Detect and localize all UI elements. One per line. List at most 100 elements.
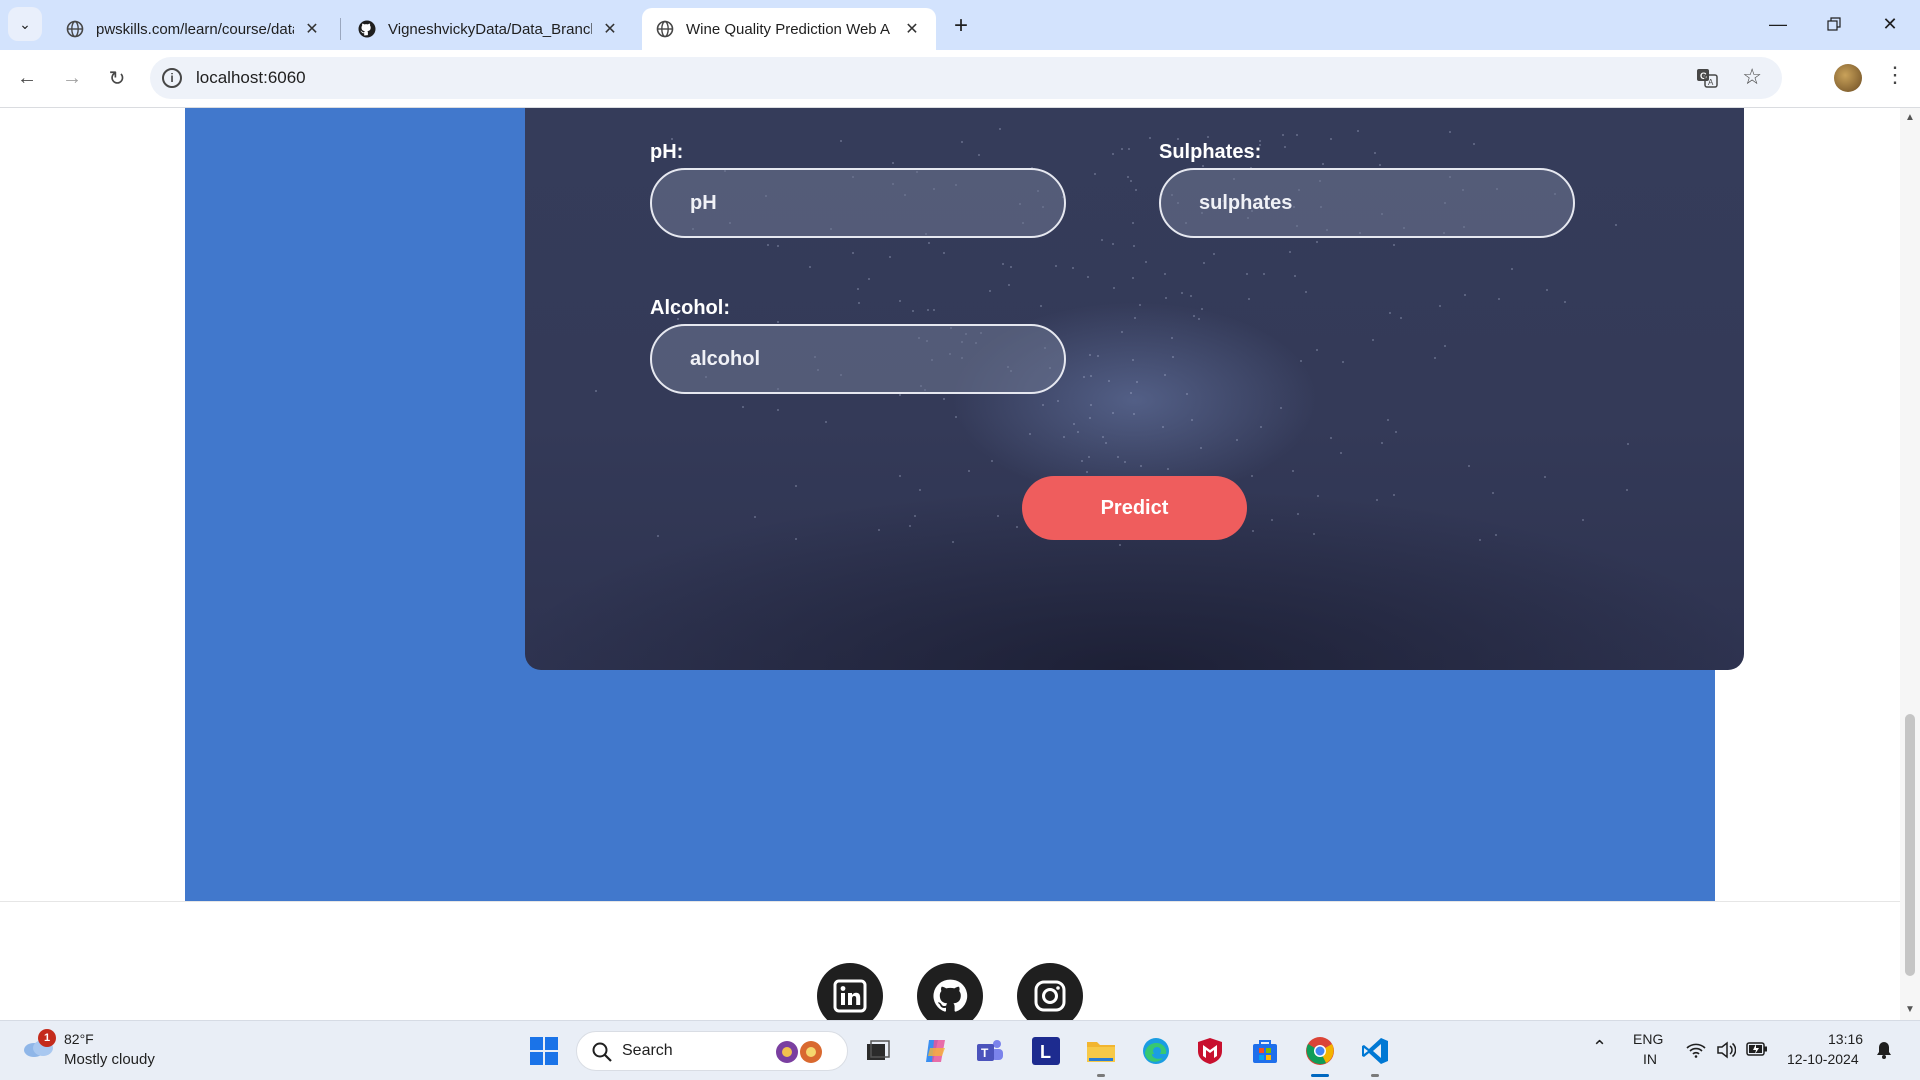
chrome-button[interactable] [1302,1033,1338,1069]
svg-text:L: L [1040,1042,1051,1062]
background-speck [1119,544,1121,546]
background-speck [1248,298,1250,300]
file-explorer-button[interactable] [1083,1033,1119,1069]
profile-avatar[interactable] [1834,64,1862,92]
copilot-button[interactable] [918,1033,954,1069]
new-tab-button[interactable]: + [946,11,976,41]
background-speck [1393,494,1395,496]
scroll-up-icon[interactable]: ▲ [1905,112,1915,123]
background-speck [1016,526,1018,528]
background-speck [978,154,980,156]
background-speck [1063,436,1065,438]
weather-temperature[interactable]: 82°F [64,1031,94,1047]
background-speck [1564,301,1566,303]
teams-button[interactable]: T [972,1033,1008,1069]
background-speck [1002,263,1004,265]
background-speck [767,244,769,246]
url-text[interactable]: localhost:6060 [196,68,306,88]
page-scrollbar[interactable]: ▲ ▼ [1900,108,1920,1020]
back-button[interactable]: ← [10,61,44,95]
start-button[interactable] [526,1033,562,1069]
language-code[interactable]: ENG [1633,1031,1663,1047]
background-speck [1395,431,1397,433]
translate-icon[interactable]: GA [1696,67,1718,89]
tab-pwskills[interactable]: pwskills.com/learn/course/data ✕ [52,8,336,50]
arrow-right-icon: → [62,66,82,89]
battery-icon[interactable] [1746,1042,1768,1056]
background-speck [1434,357,1436,359]
linkedin-link[interactable] [817,963,883,1020]
alcohol-input[interactable] [650,324,1066,394]
star-icon[interactable]: ☆ [1742,64,1762,90]
scroll-down-icon[interactable]: ▼ [1905,1004,1915,1015]
reload-button[interactable]: ↻ [100,61,134,95]
task-view-button[interactable] [860,1033,896,1069]
background-speck [1330,437,1332,439]
more-menu-icon[interactable]: ⋮ [1884,62,1906,88]
vscode-button[interactable] [1357,1033,1393,1069]
close-icon[interactable]: ✕ [902,19,922,39]
site-info-icon[interactable]: i [162,68,182,88]
background-speck [1449,131,1451,133]
background-speck [777,321,779,323]
minimize-button[interactable]: — [1754,8,1802,40]
close-window-button[interactable]: ✕ [1866,8,1914,40]
background-speck [1316,349,1318,351]
background-speck [1263,273,1265,275]
reload-icon: ↻ [108,67,126,90]
ph-input[interactable] [650,168,1066,238]
store-button[interactable] [1247,1033,1283,1069]
background-speck [1313,533,1315,535]
background-speck [777,245,779,247]
instagram-link[interactable] [1017,963,1083,1020]
background-speck [1112,243,1114,245]
plus-icon: + [953,12,968,39]
predict-button[interactable]: Predict [1022,476,1247,540]
arrow-left-icon: ← [17,66,37,89]
background-speck [1289,251,1291,253]
wifi-icon[interactable] [1686,1042,1706,1058]
sulphates-label: Sulphates: [1159,141,1262,163]
notification-badge: 1 [38,1029,56,1047]
background-speck [1102,436,1104,438]
weather-description[interactable]: Mostly cloudy [64,1051,155,1068]
background-speck [1073,423,1075,425]
background-speck [1171,337,1173,339]
taskbar-search-box[interactable]: Search [576,1031,848,1071]
notification-bell-icon[interactable] [1876,1041,1892,1059]
github-link[interactable] [917,963,983,1020]
tab-wine-quality[interactable]: Wine Quality Prediction Web A ✕ [642,8,936,50]
edge-button[interactable] [1138,1033,1174,1069]
background-speck [1292,470,1294,472]
mcafee-button[interactable] [1192,1033,1228,1069]
language-region[interactable]: IN [1643,1051,1657,1067]
volume-icon[interactable] [1716,1041,1736,1059]
background-speck [1057,400,1059,402]
background-speck [1135,189,1137,191]
sulphates-input[interactable] [1159,168,1575,238]
clock-time[interactable]: 13:16 [1828,1031,1863,1047]
tab-search-button[interactable]: ⌄ [8,7,42,41]
background-speck [1479,539,1481,541]
background-speck [1124,461,1126,463]
chevron-up-icon[interactable]: ⌃ [1592,1037,1607,1058]
background-speck [1132,277,1134,279]
background-speck [1316,241,1318,243]
tab-github[interactable]: VigneshvickyData/Data_Branchi ✕ [344,8,634,50]
launcher-app-button[interactable]: L [1028,1033,1064,1069]
scrollbar-thumb[interactable] [1905,714,1915,976]
restore-button[interactable] [1810,8,1858,40]
close-icon[interactable]: ✕ [302,19,322,39]
background-speck [1280,407,1282,409]
close-icon[interactable]: ✕ [600,19,620,39]
forward-button[interactable]: → [55,61,89,95]
browser-toolbar: ← → ↻ i localhost:6060 GA ☆ ⋮ [0,50,1920,108]
address-bar[interactable]: i localhost:6060 GA ☆ [150,57,1782,99]
chrome-icon [1306,1037,1334,1065]
clock-date[interactable]: 12-10-2024 [1787,1051,1859,1067]
background-speck [1077,431,1079,433]
background-speck [955,416,957,418]
background-speck [1130,392,1132,394]
search-placeholder: Search [622,1042,673,1059]
background-speck [1246,273,1248,275]
